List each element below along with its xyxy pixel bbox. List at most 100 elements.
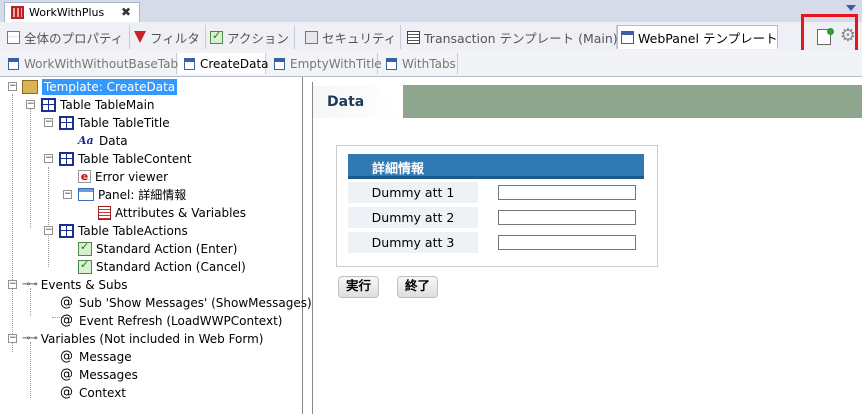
tree-node-tablecontent[interactable]: Table TableContent (59, 150, 192, 167)
dummy-att-1-input[interactable] (498, 185, 636, 200)
filter-icon (134, 31, 146, 43)
variables-icon: ⊸⊸ (22, 333, 38, 344)
tree-node-label: Table TableTitle (78, 115, 170, 130)
subtab-withtabs[interactable]: WithTabs (380, 53, 458, 74)
tab-label: アクション (227, 30, 289, 46)
webpanel-icon (274, 57, 285, 70)
collapse-icon[interactable]: − (44, 118, 53, 127)
tree-node-label: Event Refresh (LoadWWPContext) (79, 313, 283, 328)
subtab-emptywithtitle[interactable]: EmptyWithTitle (268, 53, 382, 74)
tab-filter[interactable]: フィルタ (131, 25, 206, 49)
workwithplus-icon (11, 6, 24, 19)
tree-node-label: Standard Action (Enter) (96, 241, 238, 256)
at-icon: @ (60, 349, 73, 364)
tree-line (48, 167, 49, 267)
tab-global-properties[interactable]: 全体のプロパティ (4, 25, 130, 49)
tree-node-label: Table TableActions (78, 223, 188, 238)
table-icon (59, 151, 74, 166)
page-title[interactable]: Data (327, 94, 364, 110)
action-icon (210, 29, 223, 44)
document-tab[interactable]: WorkWithPlus ✖ (4, 2, 140, 22)
dummy-att-2-input[interactable] (498, 210, 636, 225)
form-row: Dummy att 1 (348, 182, 644, 204)
subtab-workwithwithoutbasetable[interactable]: WorkWithWithoutBaseTable (2, 53, 189, 74)
tree-node-tabletitle[interactable]: Table TableTitle (59, 114, 170, 131)
collapse-icon[interactable]: − (63, 190, 72, 199)
collapse-icon[interactable]: − (26, 100, 35, 109)
tree-node-label: Sub 'Show Messages' (ShowMessages) (79, 295, 312, 310)
tree-node-label: Events & Subs (40, 277, 128, 292)
tree-line (30, 104, 31, 228)
panel-title: 詳細情報 (348, 154, 644, 179)
tree-node-root[interactable]: Template: CreateData (22, 78, 178, 95)
template-tree: − Template: CreateData − Table TableMain… (0, 77, 312, 414)
run-button[interactable]: 実行 (338, 276, 380, 298)
at-icon: @ (60, 313, 73, 328)
template-tab-row: WorkWithWithoutBaseTable CreateData Empt… (0, 50, 862, 77)
tree-node-errorviewer[interactable]: e Error viewer (78, 168, 168, 185)
error-viewer-icon: e (78, 170, 91, 183)
collapse-icon[interactable]: − (8, 334, 17, 343)
tree-node-label: Table TableContent (78, 151, 192, 166)
dummy-att-3-input[interactable] (498, 235, 636, 250)
tree-node-var-messages[interactable]: @ Messages (60, 366, 138, 383)
tree-node-action-cancel[interactable]: Standard Action (Cancel) (78, 258, 246, 275)
tree-node-panel[interactable]: Panel: 詳細情報 (78, 186, 186, 203)
document-tab-title: WorkWithPlus (29, 6, 105, 19)
editor-tab-row: 全体のプロパティ フィルタ アクション セキュリティ Transaction テ… (0, 22, 862, 51)
tab-label: 全体のプロパティ (24, 30, 124, 46)
collapse-icon[interactable]: − (8, 280, 17, 289)
tab-label: セキュリティ (322, 30, 397, 46)
collapse-icon[interactable]: − (44, 154, 53, 163)
tree-node-label: Table TableMain (60, 97, 155, 112)
properties-icon (7, 30, 20, 44)
collapse-icon[interactable]: − (8, 82, 17, 91)
tree-node-data[interactable]: Aa Data (78, 132, 128, 149)
subtab-label: CreateData (200, 56, 269, 71)
tree-node-event-refresh[interactable]: @ Event Refresh (LoadWWPContext) (60, 312, 282, 329)
tree-node-tablemain[interactable]: Table TableMain (41, 96, 155, 113)
tab-label: フィルタ (150, 30, 200, 46)
tree-node-sub-show[interactable]: @ Sub 'Show Messages' (ShowMessages) (60, 294, 312, 311)
end-button[interactable]: 終了 (397, 276, 439, 298)
subtab-createdata[interactable]: CreateData (178, 53, 269, 74)
template-icon (22, 79, 38, 94)
tree-node-label: Panel: 詳細情報 (98, 188, 187, 202)
tree-node-label: Context (79, 385, 127, 400)
tree-node-label: Message (79, 349, 132, 364)
tab-actions[interactable]: アクション (207, 25, 295, 49)
security-icon (305, 30, 318, 44)
transaction-icon (407, 30, 420, 44)
webpanel-icon (184, 57, 195, 70)
collapse-icon[interactable]: − (44, 226, 53, 235)
tree-node-var-context[interactable]: @ Context (60, 384, 126, 401)
subtab-label: WithTabs (402, 56, 456, 71)
tab-label: WebPanel テンプレート (638, 30, 778, 46)
action-icon (78, 240, 92, 256)
table-icon (41, 97, 56, 112)
tab-webpanel-template[interactable]: WebPanel テンプレート (617, 25, 778, 49)
tree-node-events[interactable]: ⊸⊸ Events & Subs (22, 276, 127, 293)
textblock-icon: Aa (78, 134, 94, 147)
tree-node-attributes[interactable]: Attributes & Variables (98, 204, 246, 221)
panel-icon (78, 188, 94, 201)
field-label: Dummy att 2 (348, 207, 478, 228)
tree-line (12, 94, 13, 352)
tree-node-action-enter[interactable]: Standard Action (Enter) (78, 240, 237, 257)
table-icon (59, 223, 74, 238)
form-row: Dummy att 2 (348, 207, 644, 229)
tab-security[interactable]: セキュリティ (302, 25, 401, 49)
tree-node-var-message[interactable]: @ Message (60, 348, 132, 365)
webpanel-icon (8, 57, 19, 70)
tree-node-tableactions[interactable]: Table TableActions (59, 222, 188, 239)
subtab-label: WorkWithWithoutBaseTable (24, 56, 189, 71)
chevron-down-icon[interactable] (846, 5, 856, 11)
close-icon[interactable]: ✖ (121, 5, 131, 19)
tab-transaction-template[interactable]: Transaction テンプレート (Main) (404, 25, 618, 49)
tree-node-label: Standard Action (Cancel) (96, 259, 246, 274)
at-icon: @ (60, 385, 73, 400)
tree-node-variables[interactable]: ⊸⊸ Variables (Not included in Web Form) (22, 330, 264, 347)
subtab-label: EmptyWithTitle (290, 56, 382, 71)
tree-node-label: Template: CreateData (42, 78, 178, 95)
field-label: Dummy att 1 (348, 182, 478, 203)
